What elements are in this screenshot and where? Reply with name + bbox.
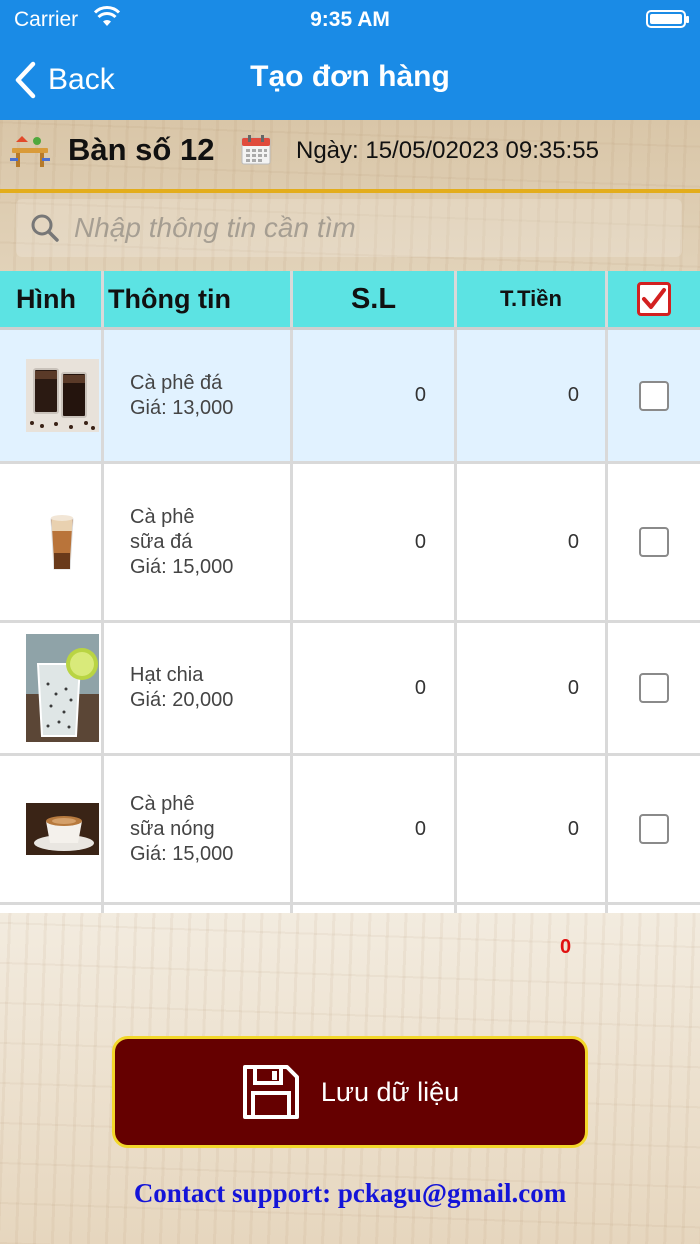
- table-row[interactable]: Cà phê sữa nóng Giá: 15,000 0 0: [0, 756, 700, 905]
- floppy-disk-icon: [242, 1065, 299, 1119]
- product-price: Giá: 15,000: [130, 555, 234, 578]
- product-price: Giá: 13,000: [130, 396, 234, 419]
- quantity-cell[interactable]: 0: [293, 756, 457, 902]
- product-info: Hạt chia Giá: 20,000: [104, 623, 293, 753]
- navigation-bar: Carrier 9:35 AM Back Tạo đơn hàng: [0, 0, 700, 120]
- row-checkbox[interactable]: [639, 527, 669, 557]
- hot-milk-coffee-image: [26, 803, 99, 855]
- contact-support[interactable]: Contact support: pckagu@gmail.com: [0, 1178, 700, 1209]
- quantity-cell[interactable]: 0: [293, 330, 457, 461]
- table-header: Hình Thông tin S.L T.Tiền: [0, 271, 700, 330]
- status-bar: Carrier 9:35 AM: [0, 6, 700, 34]
- product-name: Cà phê sữa đá: [130, 505, 195, 553]
- search-bar[interactable]: [16, 199, 682, 257]
- select-cell: [608, 330, 700, 461]
- calendar-icon: [240, 134, 272, 171]
- amount-cell: 0: [457, 464, 608, 620]
- status-time: 9:35 AM: [310, 8, 390, 31]
- header-select-all: [608, 271, 700, 327]
- divider: [0, 189, 700, 193]
- row-checkbox[interactable]: [639, 814, 669, 844]
- page-title: Tạo đơn hàng: [250, 60, 450, 93]
- order-total: 0: [560, 936, 572, 958]
- table-number: Bàn số 12: [68, 132, 215, 167]
- menu-table: Hình Thông tin S.L T.Tiền Cà phê đá Giá:…: [0, 271, 700, 913]
- select-cell: [608, 623, 700, 753]
- quantity-cell[interactable]: 0: [293, 623, 457, 753]
- header-amount: T.Tiền: [457, 271, 608, 327]
- product-info: Cà phê sữa đá Giá: 15,000: [104, 464, 293, 620]
- product-image-cell: [0, 464, 104, 620]
- row-checkbox[interactable]: [639, 673, 669, 703]
- quantity-cell[interactable]: 0: [293, 464, 457, 620]
- battery-icon: [646, 10, 689, 28]
- checkmark-icon: [642, 288, 666, 309]
- header-info: Thông tin: [104, 271, 293, 327]
- save-button[interactable]: Lưu dữ liệu: [112, 1036, 588, 1148]
- product-name: Cà phê đá: [130, 371, 223, 394]
- order-date: Ngày: 15/05/02023 09:35:55: [296, 137, 599, 164]
- amount-cell: 0: [457, 330, 608, 461]
- search-icon: [31, 214, 59, 242]
- product-info: Cà phê sữa nóng Giá: 15,000: [104, 756, 293, 902]
- amount-cell: 0: [457, 756, 608, 902]
- select-all-checkbox[interactable]: [637, 282, 671, 316]
- product-image-cell: [0, 330, 104, 461]
- amount-cell: 0: [457, 623, 608, 753]
- header-qty: S.L: [293, 271, 457, 327]
- header-image: Hình: [0, 271, 104, 327]
- iced-milk-coffee-image: [50, 515, 74, 570]
- dining-table-icon: [10, 134, 50, 175]
- product-info: Cà phê đá Giá: 13,000: [104, 330, 293, 461]
- product-image-cell: [0, 623, 104, 753]
- product-name: Cà phê sữa nóng: [130, 792, 215, 840]
- table-row-partial: [0, 905, 700, 913]
- product-image-cell: [0, 756, 104, 902]
- select-cell: [608, 464, 700, 620]
- chia-drink-image: [26, 634, 99, 742]
- order-info-bar: Bàn số 12 Ngày: 15/05/02023 09:35:55: [0, 122, 700, 188]
- table-row[interactable]: Cà phê đá Giá: 13,000 0 0: [0, 330, 700, 464]
- select-cell: [608, 756, 700, 902]
- table-row[interactable]: Cà phê sữa đá Giá: 15,000 0 0: [0, 464, 700, 623]
- iced-coffee-image: [26, 359, 99, 432]
- table-row[interactable]: Hạt chia Giá: 20,000 0 0: [0, 623, 700, 756]
- product-name: Hạt chia: [130, 664, 204, 686]
- save-button-label: Lưu dữ liệu: [320, 1076, 460, 1107]
- product-price: Giá: 15,000: [130, 842, 234, 865]
- row-checkbox[interactable]: [639, 380, 669, 411]
- product-price: Giá: 20,000: [130, 689, 234, 711]
- search-input[interactable]: [72, 207, 666, 249]
